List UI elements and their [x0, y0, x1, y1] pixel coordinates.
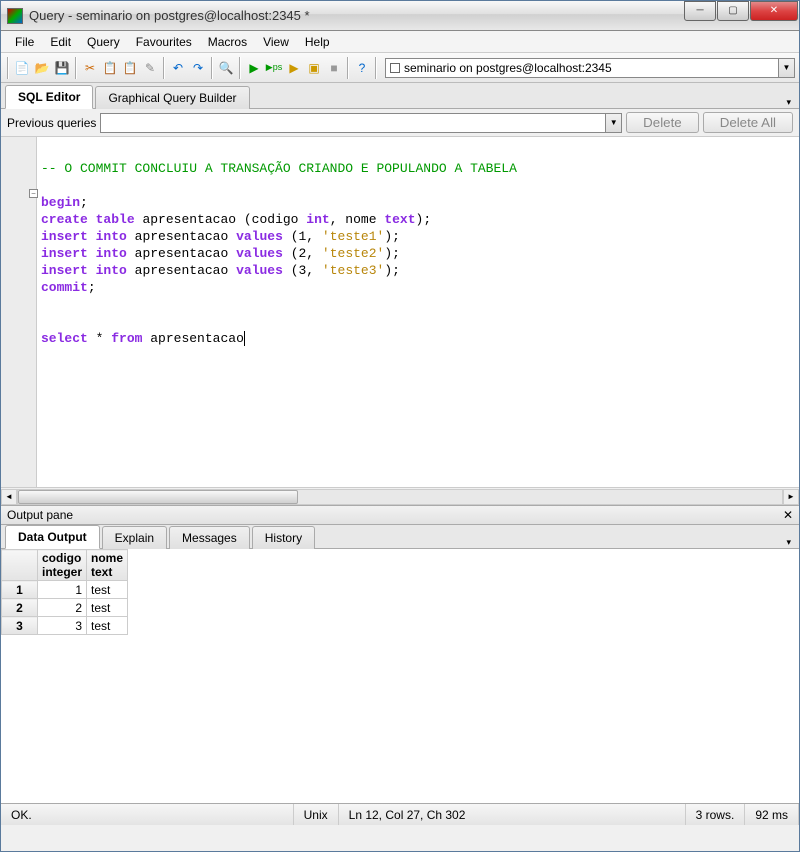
scroll-track[interactable] — [17, 489, 783, 505]
editor-content[interactable]: -- O COMMIT CONCLUIU A TRANSAÇÃO CRIANDO… — [37, 137, 799, 487]
delete-button[interactable]: Delete — [626, 112, 699, 133]
window-title: Query - seminario on postgres@localhost:… — [29, 8, 684, 23]
fold-marker-icon[interactable]: − — [29, 189, 38, 198]
tab-explain[interactable]: Explain — [102, 526, 167, 549]
statusbar: OK. Unix Ln 12, Col 27, Ch 302 3 rows. 9… — [1, 803, 799, 825]
status-message: OK. — [1, 804, 294, 825]
tab-data-output[interactable]: Data Output — [5, 525, 100, 549]
menu-file[interactable]: File — [7, 33, 42, 51]
output-pane-close-icon[interactable]: ✕ — [783, 508, 793, 522]
execute-icon[interactable]: ▶ — [245, 59, 263, 77]
minimize-button[interactable]: ─ — [684, 1, 716, 21]
titlebar: Query - seminario on postgres@localhost:… — [1, 1, 799, 31]
find-icon[interactable]: 🔍 — [217, 59, 235, 77]
tab-overflow-icon[interactable]: ▾ — [786, 97, 795, 108]
previous-queries-bar: Previous queries ▼ Delete Delete All — [1, 109, 799, 137]
copy-icon[interactable]: 📋 — [101, 59, 119, 77]
output-pane-header: Output pane ✕ — [1, 505, 799, 525]
editor-hscrollbar[interactable]: ◄ ► — [1, 487, 799, 505]
paste-icon[interactable]: 📋 — [121, 59, 139, 77]
menu-query[interactable]: Query — [79, 33, 128, 51]
connection-dropdown-arrow[interactable]: ▼ — [779, 58, 795, 78]
menubar: File Edit Query Favourites Macros View H… — [1, 31, 799, 53]
scroll-thumb[interactable] — [18, 490, 298, 504]
toolbar: 📄 📂 💾 ✂ 📋 📋 ✎ ↶ ↷ 🔍 ▶ ▶ps ▶ ▣ ■ ? semina… — [1, 53, 799, 83]
editor-tabstrip: SQL Editor Graphical Query Builder ▾ — [1, 83, 799, 109]
output-tabstrip: Data Output Explain Messages History ▾ — [1, 525, 799, 549]
previous-queries-combo[interactable]: ▼ — [100, 113, 622, 133]
tab-history[interactable]: History — [252, 526, 315, 549]
results-grid[interactable]: codigointeger nometext 1 1 test 2 2 test… — [1, 549, 799, 803]
execute-file-icon[interactable]: ▶ — [285, 59, 303, 77]
column-header-codigo[interactable]: codigointeger — [38, 550, 87, 581]
maximize-button[interactable]: ▢ — [717, 1, 749, 21]
output-tab-overflow-icon[interactable]: ▾ — [786, 537, 795, 548]
menu-view[interactable]: View — [255, 33, 297, 51]
explain-icon[interactable]: ▣ — [305, 59, 323, 77]
previous-queries-label: Previous queries — [7, 116, 96, 130]
sql-editor[interactable]: − -- O COMMIT CONCLUIU A TRANSAÇÃO CRIAN… — [1, 137, 799, 487]
connection-label: seminario on postgres@localhost:2345 — [404, 61, 612, 75]
column-header-nome[interactable]: nometext — [87, 550, 128, 581]
redo-icon[interactable]: ↷ — [189, 59, 207, 77]
help-icon[interactable]: ? — [353, 59, 371, 77]
previous-queries-arrow[interactable]: ▼ — [605, 114, 621, 132]
undo-icon[interactable]: ↶ — [169, 59, 187, 77]
app-icon — [7, 8, 23, 24]
execute-pgscript-icon[interactable]: ▶ps — [265, 59, 283, 77]
table-row[interactable]: 3 3 test — [2, 617, 128, 635]
table-row[interactable]: 2 2 test — [2, 599, 128, 617]
close-button[interactable]: ✕ — [750, 1, 798, 21]
window-controls: ─ ▢ ✕ — [684, 1, 799, 21]
save-icon[interactable]: 💾 — [53, 59, 71, 77]
cut-icon[interactable]: ✂ — [81, 59, 99, 77]
tab-sql-editor[interactable]: SQL Editor — [5, 85, 93, 109]
output-pane-title: Output pane — [7, 508, 73, 522]
clear-icon[interactable]: ✎ — [141, 59, 159, 77]
open-icon[interactable]: 📂 — [33, 59, 51, 77]
menu-edit[interactable]: Edit — [42, 33, 79, 51]
tab-messages[interactable]: Messages — [169, 526, 250, 549]
menu-favourites[interactable]: Favourites — [128, 33, 200, 51]
status-rows: 3 rows. — [686, 804, 746, 825]
status-encoding: Unix — [294, 804, 339, 825]
new-icon[interactable]: 📄 — [13, 59, 31, 77]
status-time: 92 ms — [745, 804, 799, 825]
connection-dropdown[interactable]: seminario on postgres@localhost:2345 ▼ — [385, 58, 795, 78]
menu-help[interactable]: Help — [297, 33, 338, 51]
cancel-icon[interactable]: ■ — [325, 59, 343, 77]
menu-macros[interactable]: Macros — [200, 33, 255, 51]
code-comment: -- O COMMIT CONCLUIU A TRANSAÇÃO CRIANDO… — [41, 161, 517, 176]
status-position: Ln 12, Col 27, Ch 302 — [339, 804, 686, 825]
scroll-right-icon[interactable]: ► — [783, 489, 799, 505]
delete-all-button[interactable]: Delete All — [703, 112, 793, 133]
scroll-left-icon[interactable]: ◄ — [1, 489, 17, 505]
grid-corner[interactable] — [2, 550, 38, 581]
tab-graphical-query-builder[interactable]: Graphical Query Builder — [95, 86, 249, 109]
connection-color-icon — [390, 63, 400, 73]
table-row[interactable]: 1 1 test — [2, 581, 128, 599]
